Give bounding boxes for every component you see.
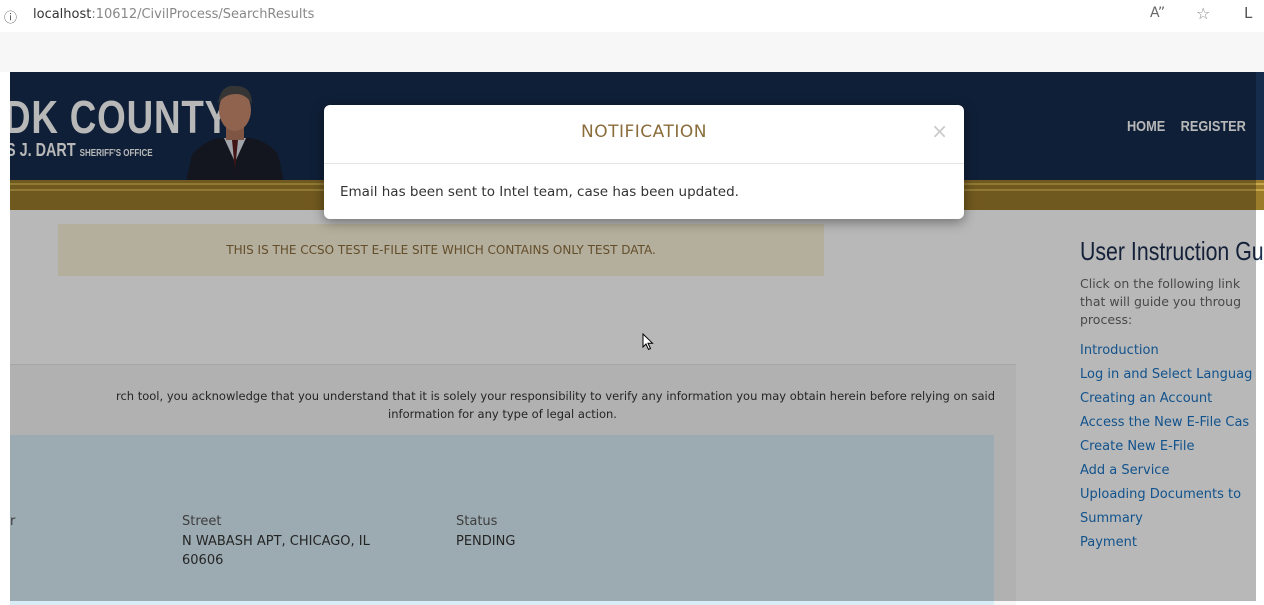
link-payment[interactable]: Payment [1080, 531, 1264, 555]
search-results-panel: rch tool, you acknowledge that you under… [10, 364, 1016, 605]
close-icon[interactable]: × [931, 119, 948, 143]
nav-register[interactable]: REGISTER [1181, 118, 1246, 135]
read-aloud-icon[interactable]: A” [1150, 5, 1165, 21]
sidebar-desc-line: Click on the following link [1080, 276, 1241, 291]
instruction-links: Introduction Log in and Select Languag C… [1080, 339, 1264, 555]
nav-home[interactable]: HOME [1127, 118, 1165, 135]
disclaimer-text: rch tool, you acknowledge that you under… [10, 387, 995, 423]
modal-message: Email has been sent to Intel team, case … [340, 184, 739, 200]
link-login-language[interactable]: Log in and Select Languag [1080, 363, 1264, 387]
result-col-label: r [10, 514, 16, 529]
disclaimer-line-1: rch tool, you acknowledge that you under… [115, 389, 995, 403]
notification-modal: NOTIFICATION × Email has been sent to In… [324, 105, 964, 219]
status-label: Status [456, 514, 498, 529]
sheriff-portrait [186, 85, 284, 180]
sidebar-desc-line: process: [1080, 312, 1133, 327]
mouse-cursor-icon [642, 333, 654, 351]
link-introduction[interactable]: Introduction [1080, 339, 1264, 363]
url-text[interactable]: localhost:10612/CivilProcess/SearchResul… [33, 7, 314, 22]
link-create-efile[interactable]: Create New E-File [1080, 435, 1264, 459]
info-icon[interactable]: ⓘ [4, 7, 17, 26]
link-creating-account[interactable]: Creating an Account [1080, 387, 1264, 411]
sidebar-description: Click on the following link that will gu… [1080, 275, 1264, 329]
logo-subtitle: S J. DART SHERIFF'S OFFICE [10, 140, 153, 160]
status-value: PENDING [456, 534, 516, 549]
link-add-service[interactable]: Add a Service [1080, 459, 1264, 483]
disclaimer-line-2: information for any type of legal action… [388, 407, 617, 421]
sidebar-desc-line: that will guide you throug [1080, 294, 1242, 309]
toolbar-extra-icon[interactable]: L [1244, 4, 1252, 22]
address-bar[interactable]: ⓘ localhost:10612/CivilProcess/SearchRes… [0, 0, 1264, 32]
link-uploading-documents[interactable]: Uploading Documents to [1080, 483, 1264, 507]
street-label: Street [182, 514, 222, 529]
street-value: N WABASH APT, CHICAGO, IL 60606 [182, 534, 370, 568]
result-card: r Street N WABASH APT, CHICAGO, IL 60606… [10, 435, 994, 605]
link-access-efile[interactable]: Access the New E-File Cas [1080, 411, 1264, 435]
browser-toolstrip [0, 32, 1264, 72]
modal-title: NOTIFICATION [581, 122, 707, 142]
sidebar-title: User Instruction Gu [1080, 236, 1264, 266]
modal-header: NOTIFICATION × [324, 105, 964, 164]
test-site-notice: THIS IS THE CCSO TEST E-FILE SITE WHICH … [58, 224, 824, 276]
link-summary[interactable]: Summary [1080, 507, 1264, 531]
user-instruction-sidebar: User Instruction Gu Click on the followi… [1080, 236, 1264, 555]
favorite-star-icon[interactable]: ☆ [1196, 4, 1210, 23]
main-nav: HOME REGISTER [1115, 118, 1246, 135]
